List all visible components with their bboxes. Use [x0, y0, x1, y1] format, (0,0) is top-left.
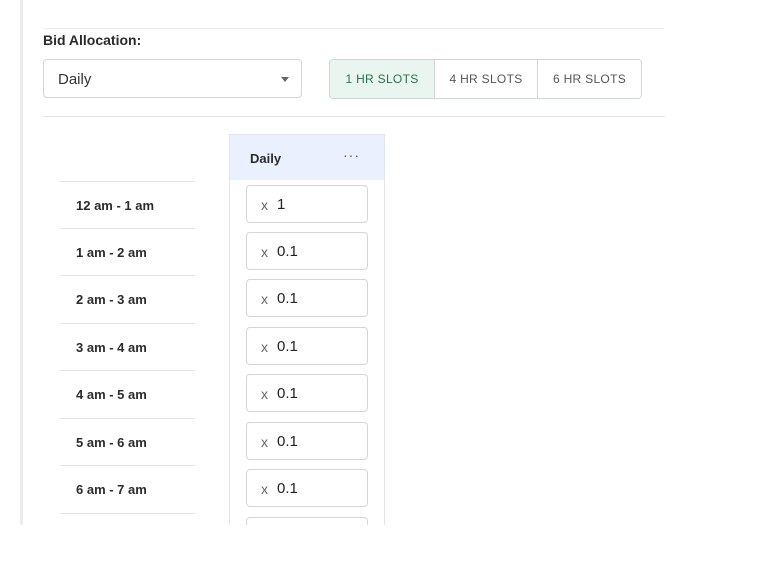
multiplier-prefix: x	[261, 197, 268, 213]
column-header-title: Daily	[250, 151, 282, 166]
row-divider	[60, 181, 195, 182]
slot-option-1hr[interactable]: 1 HR SLOTS	[330, 60, 434, 98]
column-header-daily: Daily ···	[229, 134, 385, 180]
slot-size-toggle: 1 HR SLOTS 4 HR SLOTS 6 HR SLOTS	[329, 59, 642, 99]
top-divider	[44, 28, 664, 29]
time-slot-label: 4 am - 5 am	[76, 387, 147, 402]
row-divider	[60, 513, 195, 514]
multiplier-prefix: x	[261, 386, 268, 402]
multiplier-input[interactable]: x 1	[246, 185, 368, 223]
multiplier-value: 0.1	[277, 290, 298, 307]
multiplier-value: 0.1	[277, 338, 298, 355]
time-slot-label: 1 am - 2 am	[76, 245, 147, 260]
row-divider	[60, 418, 195, 419]
time-slot-label: 3 am - 4 am	[76, 340, 147, 355]
multiplier-prefix: x	[261, 481, 268, 497]
row-divider	[60, 370, 195, 371]
bid-allocation-dropdown[interactable]: Daily	[43, 59, 302, 98]
multiplier-prefix: x	[261, 244, 268, 260]
bid-allocation-label: Bid Allocation:	[43, 32, 142, 48]
dropdown-value: Daily	[58, 71, 92, 88]
multiplier-value: 0.1	[277, 480, 298, 497]
section-divider	[43, 116, 665, 117]
multiplier-value: 0.1	[277, 433, 298, 450]
row-divider	[60, 465, 195, 466]
multiplier-input[interactable]	[246, 517, 368, 525]
multiplier-prefix: x	[261, 291, 268, 307]
time-slot-label: 6 am - 7 am	[76, 482, 147, 497]
multiplier-input[interactable]: x 0.1	[246, 469, 368, 507]
slot-option-6hr[interactable]: 6 HR SLOTS	[537, 60, 641, 98]
multiplier-value: 1	[277, 196, 286, 213]
multiplier-value: 0.1	[277, 385, 298, 402]
time-slot-label: 12 am - 1 am	[76, 198, 155, 213]
multiplier-input[interactable]: x 0.1	[246, 232, 368, 270]
time-slot-label: 5 am - 6 am	[76, 435, 147, 450]
slot-option-4hr[interactable]: 4 HR SLOTS	[434, 60, 537, 98]
caret-down-icon	[281, 77, 289, 82]
multiplier-value: 0.1	[277, 243, 298, 260]
multiplier-prefix: x	[261, 434, 268, 450]
row-divider	[60, 228, 195, 229]
row-divider	[60, 323, 195, 324]
row-divider	[60, 275, 195, 276]
multiplier-prefix: x	[261, 339, 268, 355]
left-divider	[20, 0, 23, 525]
multiplier-input[interactable]: x 0.1	[246, 422, 368, 460]
multiplier-input[interactable]: x 0.1	[246, 327, 368, 365]
time-slot-label: 2 am - 3 am	[76, 292, 147, 307]
more-options-icon[interactable]: ···	[343, 147, 360, 163]
multiplier-input[interactable]: x 0.1	[246, 279, 368, 317]
multiplier-input[interactable]: x 0.1	[246, 374, 368, 412]
